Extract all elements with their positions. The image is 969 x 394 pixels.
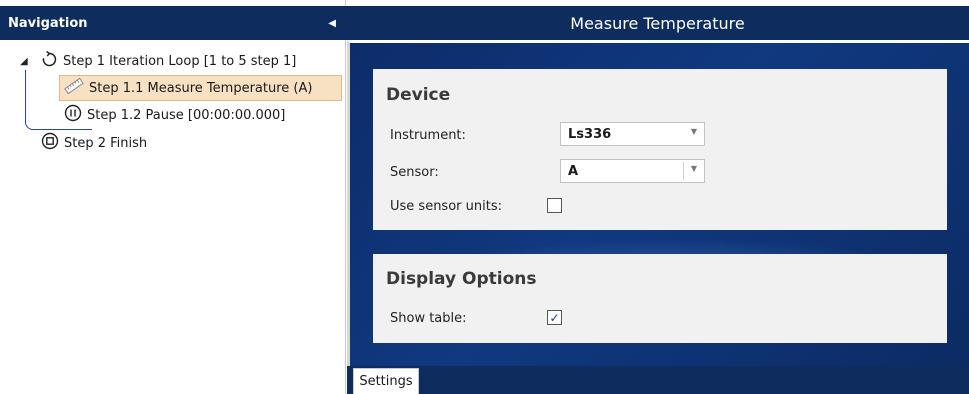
dropdown-separator <box>683 162 684 180</box>
tree-item-step-1-2[interactable]: Step 1.2 Pause [00:00:00.000] <box>64 102 285 128</box>
navigation-header: Navigation ◀ <box>0 6 346 40</box>
instrument-dropdown[interactable]: Ls336 ▼ <box>560 122 705 146</box>
ruler-icon <box>64 77 84 98</box>
tab-settings[interactable]: Settings <box>353 368 419 394</box>
loop-icon <box>41 50 58 72</box>
display-options-panel: Display Options Show table: ✓ <box>373 254 947 343</box>
sensor-value: A <box>568 163 579 179</box>
stop-icon <box>41 132 59 154</box>
display-options-title: Display Options <box>386 269 537 289</box>
tree-item-step-1-1[interactable]: Step 1.1 Measure Temperature (A) <box>59 75 342 101</box>
tab-strip <box>347 366 969 394</box>
tree-item-label: Step 2 Finish <box>64 135 148 151</box>
device-panel: Device Instrument: Ls336 ▼ Sensor: A ▼ U… <box>373 69 947 230</box>
page-title: Measure Temperature <box>570 13 745 33</box>
instrument-label: Instrument: <box>390 128 466 143</box>
chevron-down-icon: ▼ <box>690 164 697 173</box>
navigation-pane: Navigation ◀ ◢ Step 1 Iteration Loop [1 … <box>0 0 346 394</box>
show-table-checkbox[interactable]: ✓ <box>547 310 562 325</box>
use-sensor-units-checkbox[interactable] <box>547 198 562 213</box>
sensor-dropdown[interactable]: A ▼ <box>560 159 705 183</box>
show-table-label: Show table: <box>390 311 467 326</box>
pause-icon <box>64 104 82 126</box>
checkmark-icon: ✓ <box>549 310 560 325</box>
tree-item-label: Step 1 Iteration Loop [1 to 5 step 1] <box>63 53 297 69</box>
content-header: Measure Temperature <box>346 6 969 40</box>
tree-item-label: Step 1.1 Measure Temperature (A) <box>89 80 313 96</box>
tree-item-step-1[interactable]: Step 1 Iteration Loop [1 to 5 step 1] <box>41 48 296 74</box>
device-panel-title: Device <box>386 85 451 105</box>
use-sensor-units-label: Use sensor units: <box>390 199 502 214</box>
tree-expander-icon[interactable]: ◢ <box>20 56 28 67</box>
tree-item-label: Step 1.2 Pause [00:00:00.000] <box>87 107 286 123</box>
chevron-down-icon: ▼ <box>690 127 697 136</box>
sensor-label: Sensor: <box>390 165 439 180</box>
instrument-value: Ls336 <box>568 126 612 142</box>
navigation-title: Navigation <box>8 15 88 31</box>
tree-item-step-2[interactable]: Step 2 Finish <box>41 130 147 156</box>
tab-label: Settings <box>359 374 413 389</box>
collapse-navigation-icon[interactable]: ◀ <box>328 18 336 29</box>
